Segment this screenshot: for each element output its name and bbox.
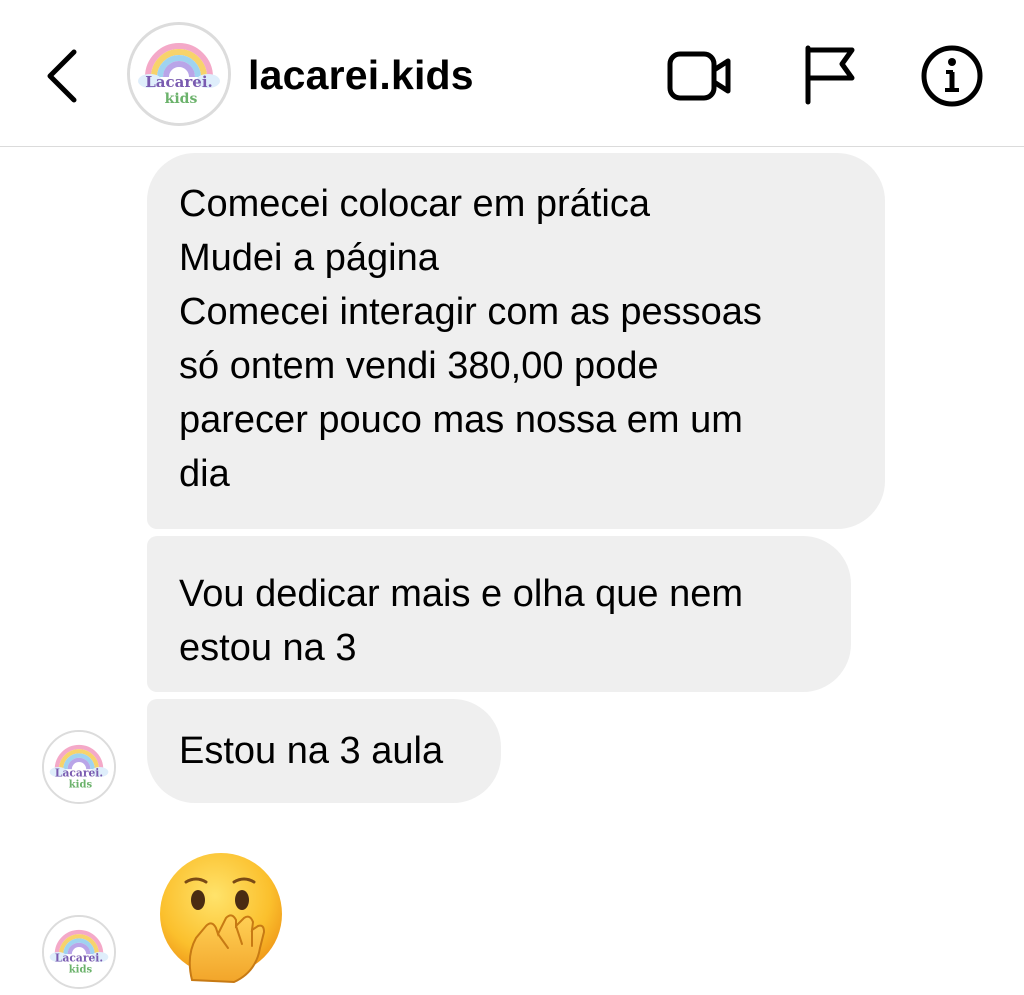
- svg-text:kids: kids: [69, 780, 93, 791]
- profile-avatar[interactable]: Lacarei. kids: [127, 22, 231, 126]
- info-icon: [921, 45, 983, 107]
- message-bubble[interactable]: Vou dedicar mais e olha que nem estou na…: [147, 536, 851, 692]
- message-bubble[interactable]: Comecei colocar em prática Mudei a págin…: [147, 153, 885, 529]
- emoji-message[interactable]: [156, 852, 286, 984]
- video-call-icon: [667, 51, 731, 101]
- message-line: só ontem vendi 380,00 pode: [179, 345, 659, 387]
- message-bubble[interactable]: Estou na 3 aula: [147, 699, 501, 803]
- message-line: Estou na 3 aula: [179, 730, 444, 772]
- message-line: Vou dedicar mais e olha que nem: [179, 573, 744, 615]
- svg-text:Lacarei.: Lacarei.: [55, 951, 103, 964]
- message-line: Comecei interagir com as pessoas: [179, 291, 762, 333]
- sender-avatar[interactable]: Lacarei. kids: [42, 915, 116, 989]
- message-line: parecer pouco mas nossa em um: [179, 399, 743, 441]
- svg-text:kids: kids: [69, 965, 93, 976]
- chat-username[interactable]: lacarei.kids: [248, 52, 474, 99]
- back-button[interactable]: [38, 46, 86, 106]
- flag-icon: [805, 45, 855, 105]
- lacarei-kids-logo: Lacarei. kids: [44, 732, 114, 802]
- svg-text:kids: kids: [165, 91, 198, 107]
- svg-text:Lacarei.: Lacarei.: [145, 73, 213, 91]
- message-line: dia: [179, 453, 230, 495]
- svg-text:Lacarei.: Lacarei.: [55, 766, 103, 779]
- lacarei-kids-logo: Lacarei. kids: [130, 25, 228, 123]
- sender-avatar[interactable]: Lacarei. kids: [42, 730, 116, 804]
- message-line: estou na 3: [179, 627, 357, 669]
- face-with-hand-over-mouth-icon: [160, 853, 282, 984]
- chevron-left-icon: [47, 49, 77, 103]
- report-button[interactable]: [798, 40, 870, 112]
- chat-header: Lacarei. kids lacarei.kids: [0, 0, 1024, 147]
- info-button[interactable]: [916, 40, 988, 112]
- message-line: Comecei colocar em prática: [179, 183, 650, 225]
- video-call-button[interactable]: [664, 40, 736, 112]
- lacarei-kids-logo: Lacarei. kids: [44, 917, 114, 987]
- message-line: Mudei a página: [179, 237, 439, 279]
